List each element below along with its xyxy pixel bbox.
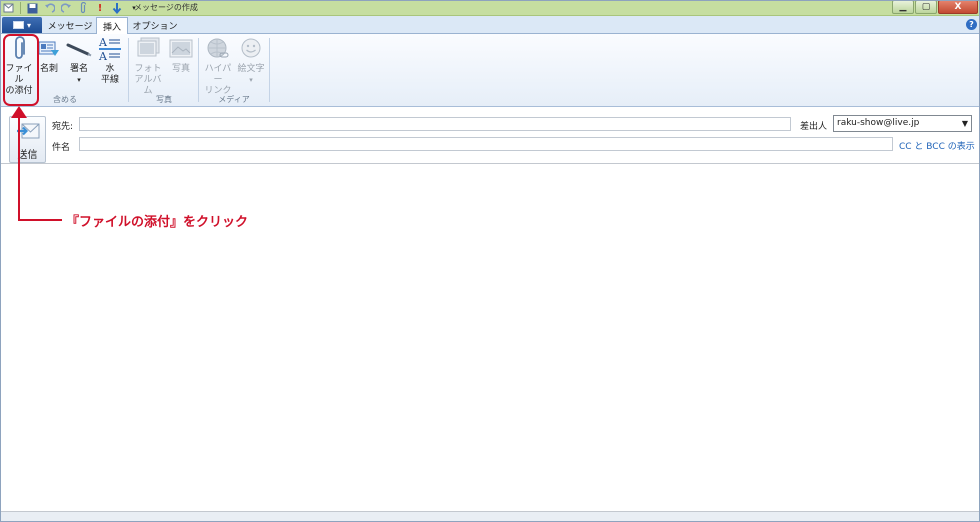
from-label: 差出人 [800, 122, 828, 132]
from-value: raku-show@live.jp [837, 118, 920, 128]
window-controls: ▁ ▢ X [892, 0, 978, 14]
to-field[interactable] [79, 117, 791, 131]
send-button[interactable]: 送信 [9, 116, 46, 163]
title-bar: ! ▾ メッセージの作成 ▁ ▢ X [0, 0, 980, 16]
horizontal-line-label-2: 平線 [100, 75, 119, 85]
group-separator [269, 38, 270, 102]
photo-album-icon [134, 36, 162, 62]
emoticon-icon [237, 36, 265, 62]
qat-separator [20, 2, 21, 14]
attach-file-highlight [3, 34, 39, 106]
horizontal-line-button[interactable]: AA 水 平線 [97, 36, 123, 86]
hyperlink-button[interactable]: ハイパー リンク [201, 36, 235, 97]
signature-label: 署名 [69, 64, 88, 74]
redo-icon[interactable] [59, 2, 73, 15]
chevron-down-icon: ▼ [961, 119, 968, 128]
signature-pen-icon [65, 36, 93, 62]
emoticon-button[interactable]: 絵文字 ▾ [236, 36, 266, 86]
photo-label: 写真 [171, 64, 190, 74]
maximize-button[interactable]: ▢ [915, 0, 937, 14]
from-select[interactable]: raku-show@live.jp ▼ [833, 115, 972, 132]
send-label: 送信 [17, 150, 38, 161]
photo-icon [167, 36, 195, 62]
status-bar [0, 511, 980, 522]
minimize-button[interactable]: ▁ [892, 0, 914, 14]
svg-text:A: A [98, 50, 108, 62]
chevron-down-icon: ▾ [26, 20, 31, 30]
app-menu-button[interactable]: ▾ [2, 17, 42, 33]
save-icon[interactable] [25, 2, 39, 15]
quick-access-toolbar: ! ▾ [2, 1, 141, 15]
business-card-icon [35, 36, 63, 62]
app-icon [2, 2, 16, 15]
emoticon-label: 絵文字 [237, 64, 265, 74]
ribbon-tab-row: ▾ メッセージ 挿入 オプション ? [0, 16, 980, 34]
photo-album-button[interactable]: フォト アルバム [132, 36, 164, 97]
signature-dropdown: ▾ [77, 76, 81, 84]
to-label: 宛先: [52, 122, 74, 132]
tab-options[interactable]: オプション [130, 17, 180, 34]
group-separator [198, 38, 199, 102]
hyperlink-label-1: ハイパー [204, 64, 232, 85]
hyperlink-globe-icon [204, 36, 232, 62]
group-label-media: メディア [218, 95, 250, 104]
window-title: メッセージの作成 [134, 3, 198, 12]
high-priority-icon[interactable]: ! [93, 2, 107, 15]
help-icon[interactable]: ? [966, 19, 977, 30]
group-separator [128, 38, 129, 102]
svg-text:A: A [98, 36, 108, 49]
photo-button[interactable]: 写真 [167, 36, 195, 75]
group-label-photo: 写真 [156, 95, 172, 104]
business-card-label: 名刺 [39, 64, 58, 74]
photo-album-label-1: フォト [134, 64, 162, 74]
annotation-arrow-head [11, 106, 27, 118]
app-menu-document-icon [12, 21, 24, 29]
close-button[interactable]: X [938, 0, 978, 14]
tab-insert[interactable]: 挿入 [96, 17, 128, 34]
signature-button[interactable]: 署名 ▾ [66, 36, 92, 86]
subject-field[interactable] [79, 137, 893, 151]
attach-icon[interactable] [76, 2, 90, 15]
undo-icon[interactable] [42, 2, 56, 15]
horizontal-line-icon: AA [96, 36, 124, 62]
emoticon-dropdown: ▾ [249, 76, 253, 84]
tab-message[interactable]: メッセージ [45, 17, 95, 34]
subject-label: 件名 [52, 143, 71, 153]
low-priority-icon[interactable] [110, 2, 124, 15]
group-label-include: 含める [53, 95, 77, 104]
ribbon-insert: ファイル の添付 名刺 署名 ▾ AA 水 平線 含める フォト アルバム 写真 [0, 34, 980, 107]
message-body[interactable] [1, 165, 979, 510]
horizontal-line-label-1: 水 [105, 64, 115, 74]
cc-bcc-link[interactable]: CC と BCC の表示 [899, 139, 975, 152]
business-card-button[interactable]: 名刺 [37, 36, 61, 75]
